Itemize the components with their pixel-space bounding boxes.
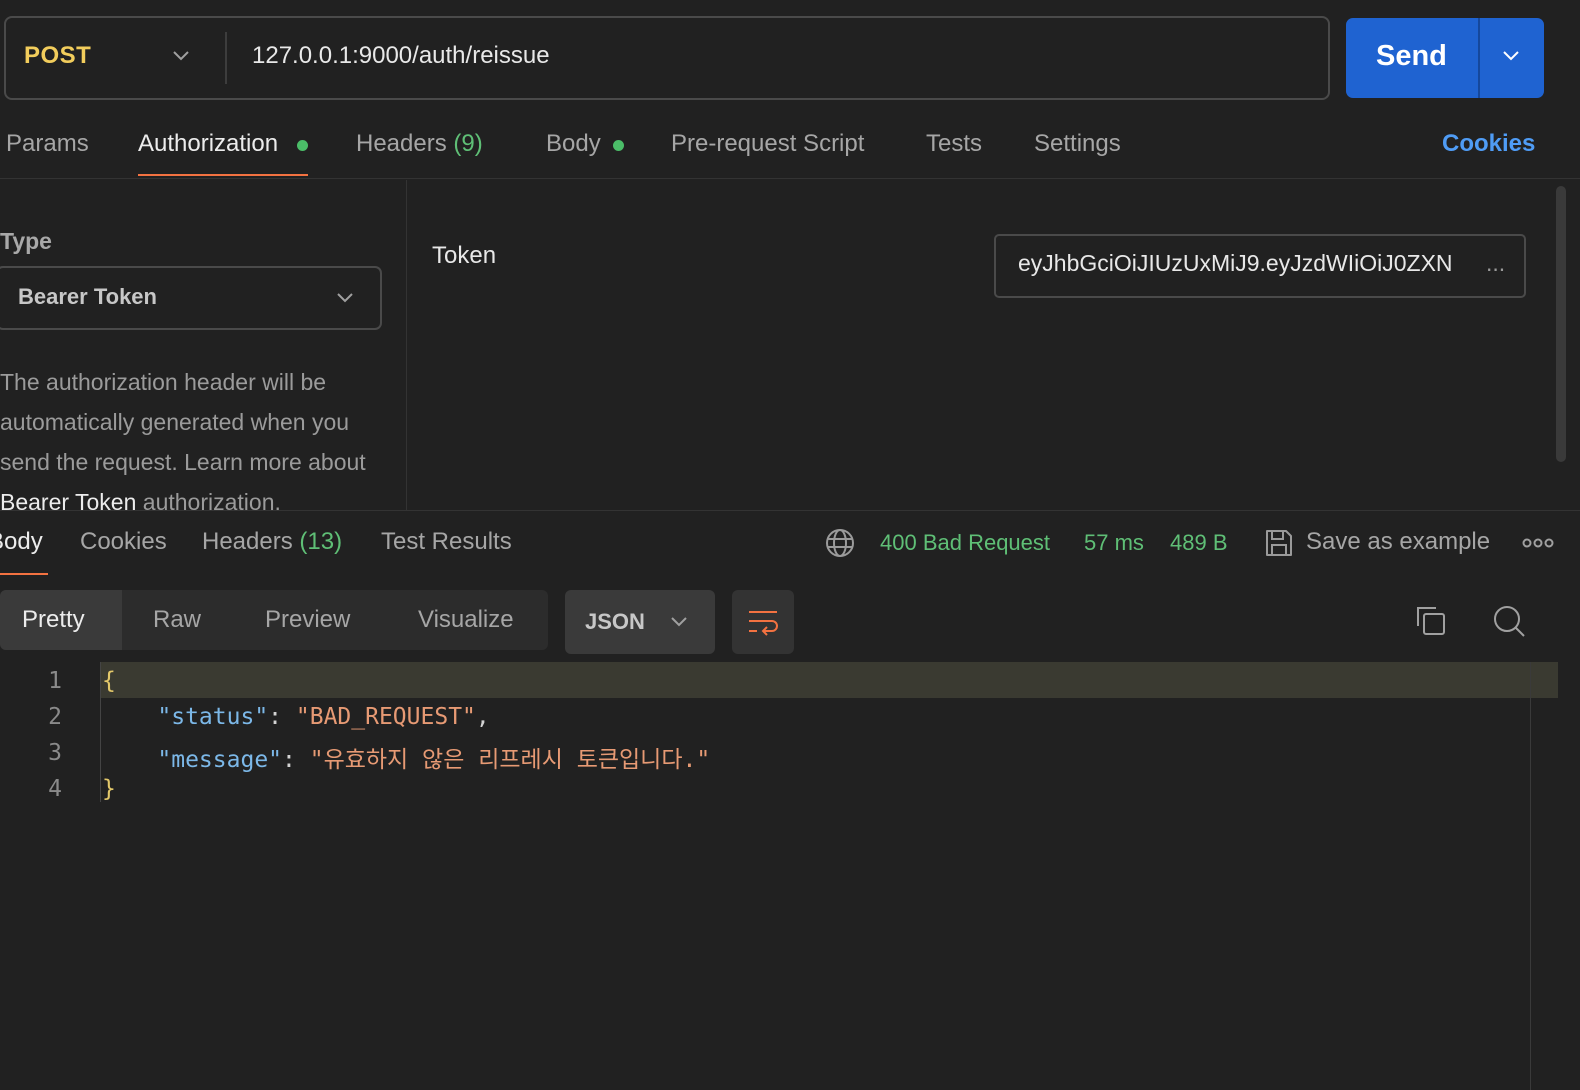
response-tab-cookies[interactable]: Cookies	[80, 528, 167, 556]
chevron-down-icon[interactable]	[1502, 50, 1520, 62]
code-line-3[interactable]: "message": "유효하지 않은 리프레시 토큰입니다."	[102, 740, 710, 774]
tab-body[interactable]: Body	[546, 130, 601, 158]
view-pretty[interactable]: Pretty	[22, 606, 85, 634]
copy-icon[interactable]	[1414, 604, 1448, 638]
tab-pre-request-script[interactable]: Pre-request Script	[671, 130, 864, 158]
auth-type-label: Type	[0, 228, 52, 254]
body-status-dot	[613, 140, 624, 151]
method-select[interactable]: POST	[24, 42, 91, 70]
view-preview[interactable]: Preview	[265, 606, 350, 634]
tabs-divider	[0, 178, 1580, 179]
url-divider	[225, 32, 227, 84]
code-line-4[interactable]: }	[102, 776, 116, 802]
auth-help-text: The authorization header will be automat…	[0, 362, 400, 510]
response-active-tab-indicator	[0, 573, 48, 575]
current-line-highlight	[100, 662, 1558, 698]
token-ellipsis: ...	[1486, 250, 1506, 276]
view-visualize[interactable]: Visualize	[418, 606, 514, 634]
format-value[interactable]: JSON	[585, 609, 645, 635]
tab-tests[interactable]: Tests	[926, 130, 982, 158]
status-code[interactable]: 400 Bad Request	[880, 530, 1050, 556]
save-icon[interactable]	[1264, 528, 1294, 558]
request-scrollbar[interactable]	[1556, 186, 1566, 462]
url-input[interactable]: 127.0.0.1:9000/auth/reissue	[252, 42, 550, 70]
chevron-down-icon[interactable]	[172, 50, 190, 62]
indent-guide	[100, 662, 101, 802]
chevron-down-icon[interactable]	[336, 292, 354, 304]
auth-type-value[interactable]: Bearer Token	[18, 284, 157, 310]
line-number: 2	[48, 704, 62, 730]
chevron-down-icon[interactable]	[670, 616, 688, 628]
line-number: 4	[48, 776, 62, 802]
response-size[interactable]: 489 B	[1170, 530, 1228, 556]
code-line-2[interactable]: "status": "BAD_REQUEST",	[102, 704, 489, 730]
response-tab-headers[interactable]: Headers (13)	[202, 528, 342, 556]
globe-icon[interactable]	[824, 527, 856, 559]
search-icon[interactable]	[1492, 604, 1526, 638]
send-button-label[interactable]: Send	[1376, 40, 1447, 73]
tab-params[interactable]: Params	[6, 130, 89, 158]
auth-panel-divider	[406, 180, 407, 510]
more-icon[interactable]	[1522, 538, 1554, 548]
response-tab-body[interactable]: Body	[0, 528, 43, 556]
line-number: 1	[48, 668, 62, 694]
authorization-status-dot	[297, 140, 308, 151]
view-raw[interactable]: Raw	[153, 606, 201, 634]
cookies-link[interactable]: Cookies	[1442, 130, 1535, 158]
url-bar	[4, 16, 1330, 100]
line-number: 3	[48, 740, 62, 766]
editor-ruler	[1530, 662, 1531, 1090]
response-divider[interactable]	[0, 510, 1580, 511]
response-time[interactable]: 57 ms	[1084, 530, 1144, 556]
save-as-example-button[interactable]: Save as example	[1306, 528, 1490, 556]
wrap-icon[interactable]	[746, 606, 780, 638]
active-tab-indicator	[138, 174, 308, 176]
token-label: Token	[432, 242, 497, 269]
code-line-1[interactable]: {	[102, 668, 116, 694]
tab-settings[interactable]: Settings	[1034, 130, 1121, 158]
tab-headers[interactable]: Headers (9)	[356, 130, 483, 158]
token-value[interactable]: eyJhbGciOiJIUzUxMiJ9.eyJzdWIiOiJ0ZXN	[1018, 250, 1486, 277]
response-tab-test-results[interactable]: Test Results	[381, 528, 512, 556]
send-divider	[1478, 18, 1480, 98]
tab-authorization[interactable]: Authorization	[138, 130, 278, 158]
bearer-token-link[interactable]: Bearer Token	[0, 489, 136, 510]
